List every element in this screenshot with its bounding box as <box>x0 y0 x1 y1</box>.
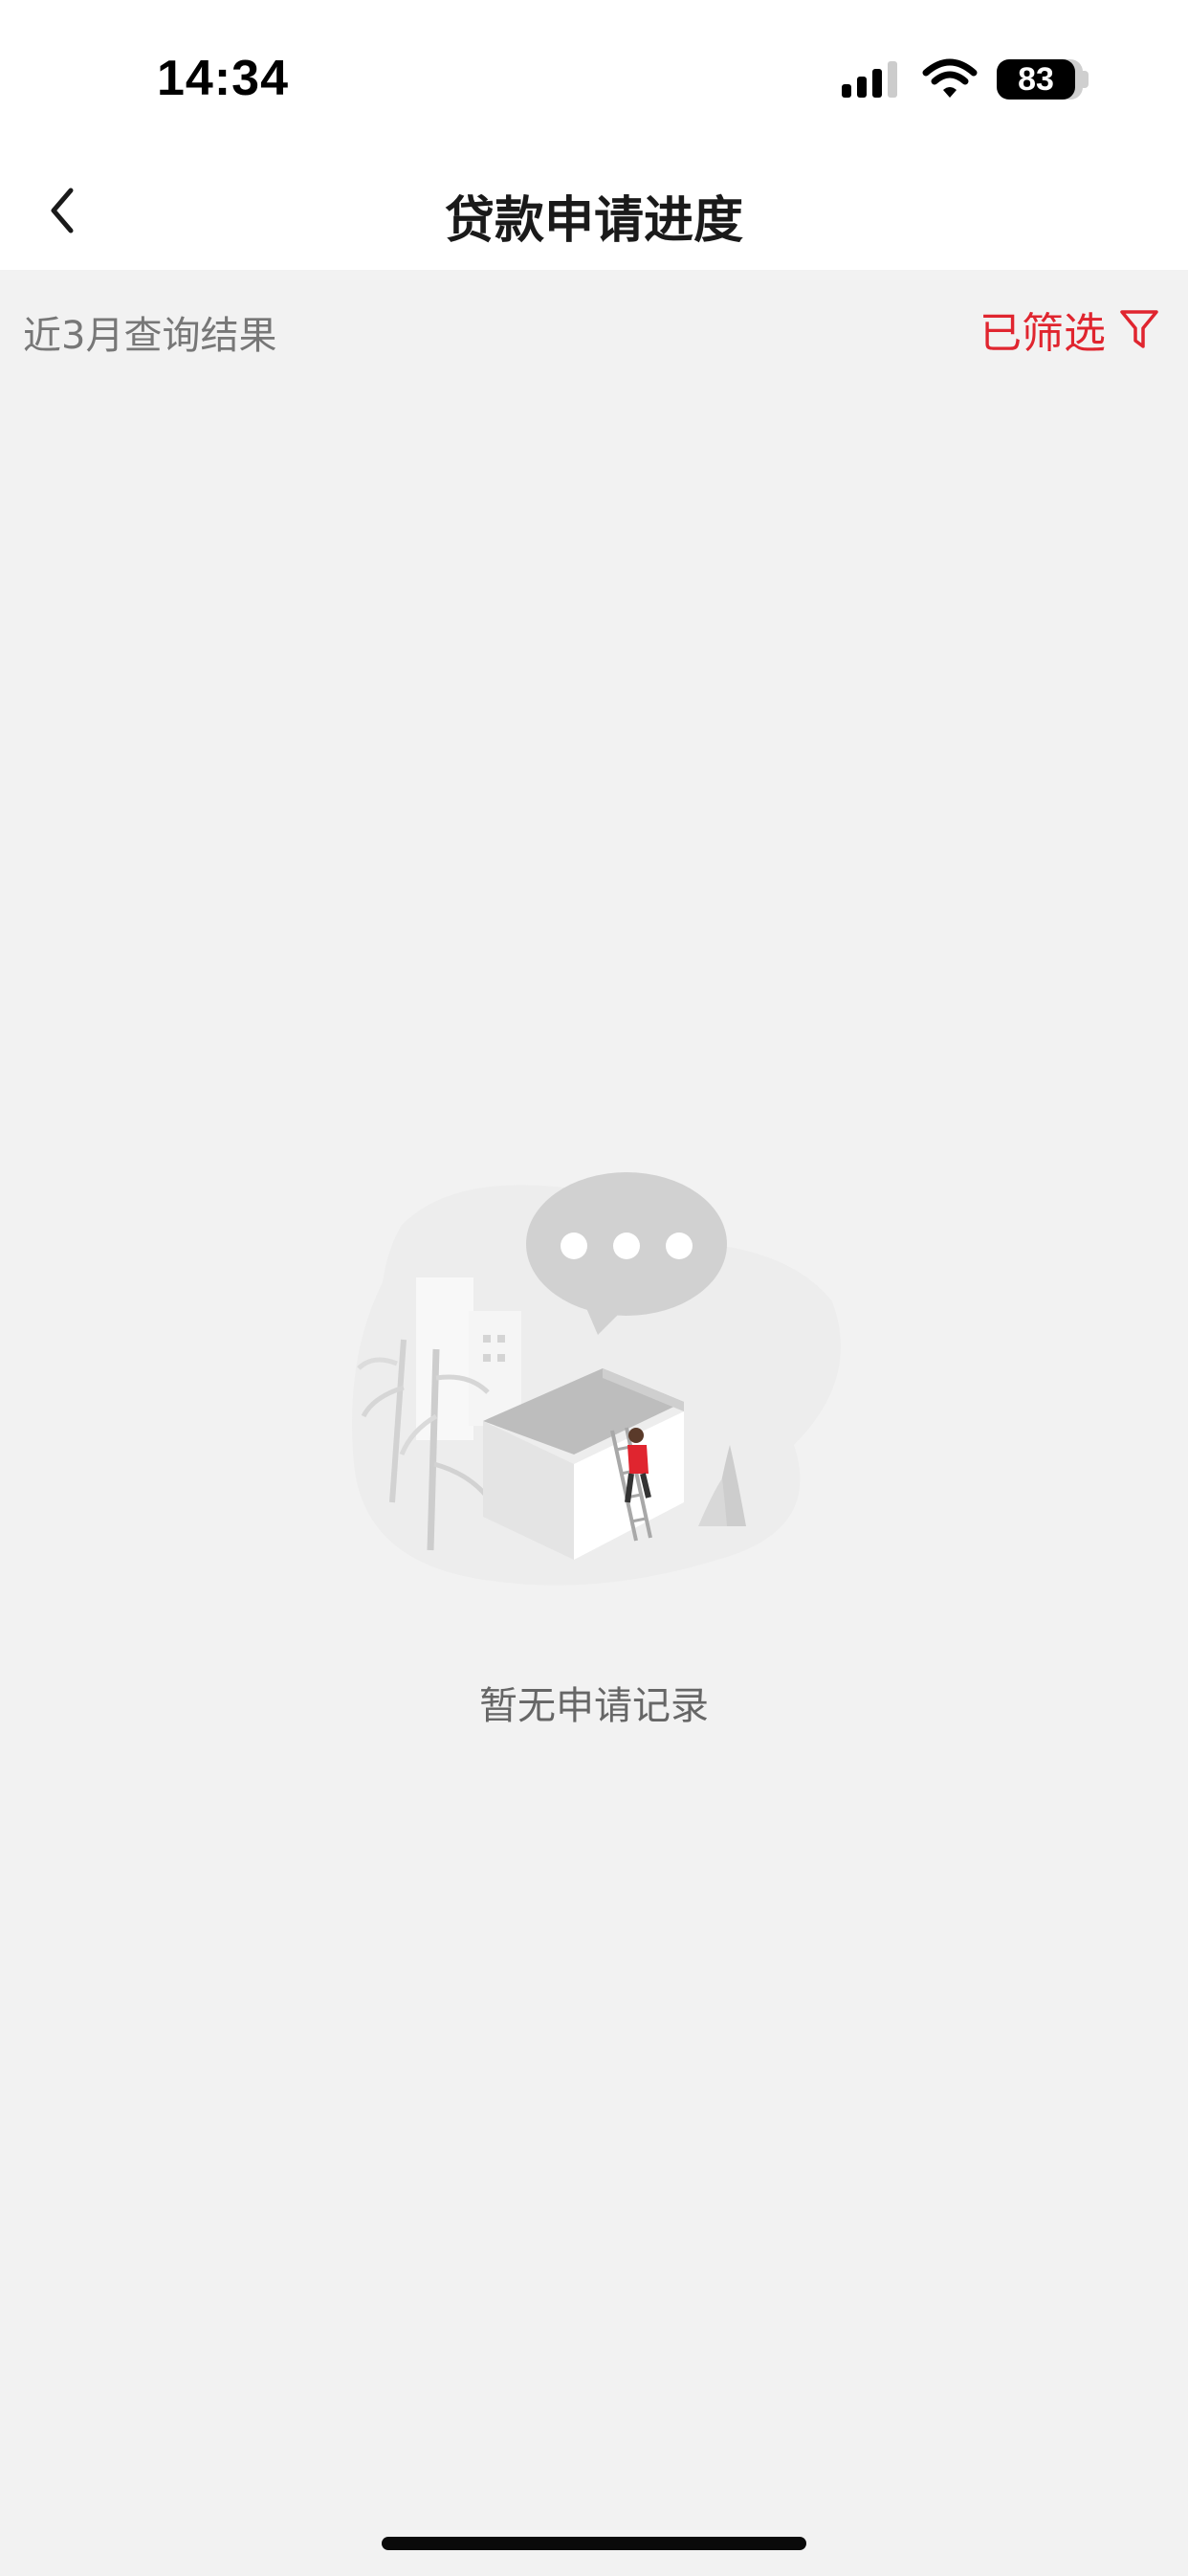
funnel-icon <box>1120 310 1158 348</box>
empty-records-illustration <box>352 1172 841 1586</box>
status-time: 14:34 <box>157 51 289 106</box>
page-title: 贷款申请进度 <box>444 192 743 250</box>
filter-summary: 近3月查询结果 <box>23 314 277 358</box>
battery-level: 83 <box>997 59 1075 100</box>
wifi-icon <box>922 58 978 98</box>
battery-tip <box>1083 71 1089 88</box>
empty-state-message: 暂无申请记录 <box>479 1684 709 1728</box>
filter-button[interactable]: 已筛选 <box>979 299 1159 360</box>
filter-label: 已筛选 <box>979 309 1106 358</box>
home-indicator <box>382 2537 806 2550</box>
status-bar: 14:34 83 <box>0 0 1188 153</box>
cellular-signal-icon <box>842 61 897 98</box>
filter-row: 近3月查询结果 已筛选 <box>0 270 1188 394</box>
nav-bar: 贷款申请进度 <box>0 153 1188 270</box>
